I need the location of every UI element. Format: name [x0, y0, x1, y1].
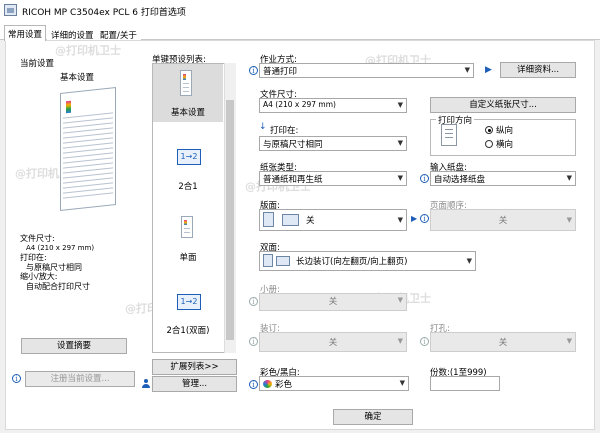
chevron-down-icon: ▼	[399, 379, 405, 387]
copies-input[interactable]	[430, 376, 500, 391]
custom-paper-size-button[interactable]: 自定义纸张尺寸...	[430, 97, 576, 113]
printer-app-icon	[4, 4, 17, 16]
current-settings-title: 当前设置	[20, 59, 55, 69]
preset-label: 基本设置	[170, 108, 205, 118]
info-icon: i	[420, 214, 429, 223]
portrait-label: 纵向	[496, 126, 514, 136]
punch-select[interactable]: 关 ▼	[430, 332, 576, 352]
page-order-value: 关	[498, 216, 508, 226]
portrait-radio[interactable]	[485, 126, 493, 134]
chevron-down-icon: ▼	[397, 139, 403, 147]
preset-item[interactable]: 1→2 2合1	[153, 145, 223, 195]
print-on-label: 打印在:	[270, 126, 299, 136]
settings-summary-button[interactable]: 设置摘要	[21, 338, 127, 354]
landscape-page-icon	[282, 214, 299, 226]
tab-detailed-settings[interactable]: 详细的设置	[47, 26, 98, 41]
paper-type-select[interactable]: 普通纸和再生纸 ▼	[259, 171, 407, 186]
register-current-settings-button[interactable]: 注册当前设置...	[25, 371, 135, 387]
manage-button[interactable]: 管理...	[152, 376, 237, 392]
color-mode-select[interactable]: 彩色 ▼	[259, 376, 409, 391]
preset-item[interactable]: 1→2 2合1(双面)	[153, 290, 223, 340]
ok-button[interactable]: 确定	[333, 409, 413, 425]
play-arrow-icon: ▶	[485, 65, 492, 75]
chevron-down-icon: ▼	[397, 216, 403, 224]
info-icon: i	[249, 66, 258, 75]
color-bar-icon	[66, 100, 71, 114]
staple-select[interactable]: 关 ▼	[259, 332, 407, 352]
info-icon: i	[420, 337, 429, 346]
down-arrow-icon: ↓	[259, 122, 267, 132]
duplex-select[interactable]: 长边装订(向左翻页/向上翻页) ▼	[259, 251, 476, 271]
chevron-down-icon: ▼	[397, 337, 403, 345]
summary-line: 与原稿尺寸相同	[26, 262, 82, 272]
duplex-flip-icon	[276, 256, 290, 266]
tab-common-settings[interactable]: 常用设置	[4, 25, 47, 41]
play-arrow-icon: ▶	[411, 214, 418, 223]
preset-label: 单面	[179, 253, 197, 263]
duplex-page-icon	[263, 254, 273, 267]
watermark: @打印机卫士	[55, 44, 121, 57]
page-order-select[interactable]: 关 ▼	[430, 209, 576, 231]
booklet-select[interactable]: 关 ▼	[259, 293, 407, 311]
job-type-select[interactable]: 普通打印 ▼	[259, 63, 474, 78]
duplex-value: 长边装订(向左翻页/向上翻页)	[296, 257, 408, 267]
info-icon: i	[420, 174, 429, 183]
page-preview	[50, 87, 130, 211]
info-icon: i	[249, 297, 258, 306]
details-button[interactable]: 详细资料...	[500, 62, 576, 78]
tab-config-about[interactable]: 配置/关于	[96, 26, 141, 41]
chevron-down-icon: ▼	[566, 174, 572, 182]
landscape-label: 横向	[496, 140, 514, 150]
single-page-icon	[263, 212, 274, 227]
chevron-down-icon: ▼	[397, 101, 403, 109]
current-settings-name: 基本设置	[60, 73, 95, 83]
two-in-one-icon: 1→2	[177, 149, 201, 165]
portrait-page-icon	[441, 124, 457, 146]
paper-size-select[interactable]: A4 (210 x 297 mm) ▼	[259, 98, 407, 113]
layout-select[interactable]: 关 ▼	[259, 209, 407, 231]
user-icon	[142, 379, 150, 388]
info-icon: i	[249, 337, 258, 346]
summary-line: 自动配合打印尺寸	[26, 281, 90, 291]
input-tray-select[interactable]: 自动选择纸盘 ▼	[430, 171, 576, 186]
print-on-value: 与原稿尺寸相同	[263, 140, 323, 150]
expand-list-button[interactable]: 扩展列表>>	[152, 359, 237, 375]
summary-line: A4 (210 x 297 mm)	[26, 243, 95, 252]
job-type-value: 普通打印	[263, 67, 298, 77]
preset-item[interactable]: 单面	[153, 212, 223, 263]
summary-line: 打印在:	[20, 253, 47, 262]
print-on-select[interactable]: 与原稿尺寸相同 ▼	[259, 136, 407, 151]
info-icon: i	[249, 380, 258, 389]
preset-label: 2合1	[178, 182, 198, 192]
chevron-down-icon: ▼	[464, 66, 470, 74]
window-title: RICOH MP C3504ex PCL 6 打印首选项	[22, 8, 186, 18]
title-bar: RICOH MP C3504ex PCL 6 打印首选项	[0, 0, 600, 22]
chevron-down-icon: ▼	[566, 216, 572, 224]
scrollbar-thumb[interactable]	[226, 100, 234, 340]
summary-line: 文件尺寸:	[20, 234, 55, 243]
paper-type-value: 普通纸和再生纸	[263, 175, 323, 185]
two-in-one-duplex-icon: 1→2	[177, 294, 201, 310]
color-wheel-icon	[263, 380, 272, 388]
input-tray-value: 自动选择纸盘	[434, 175, 486, 185]
settings-summary: 文件尺寸: A4 (210 x 297 mm) 打印在: 与原稿尺寸相同 缩小/…	[20, 234, 94, 291]
chevron-down-icon: ▼	[566, 337, 572, 345]
chevron-down-icon: ▼	[466, 257, 472, 265]
preview-page	[60, 87, 116, 211]
document-icon	[180, 70, 192, 96]
chevron-down-icon: ▼	[397, 174, 403, 182]
preset-item[interactable]: 基本设置	[153, 66, 223, 122]
info-icon: i	[12, 374, 21, 383]
chevron-down-icon: ▼	[397, 296, 403, 304]
layout-value: 关	[306, 216, 315, 226]
staple-value: 关	[328, 338, 338, 348]
single-sided-icon	[181, 216, 193, 238]
paper-size-value: A4 (210 x 297 mm)	[263, 100, 336, 109]
preset-label: 2合1(双面)	[166, 326, 210, 336]
landscape-radio[interactable]	[485, 140, 493, 148]
punch-value: 关	[498, 338, 508, 348]
summary-line: 缩小/放大:	[20, 272, 58, 281]
booklet-value: 关	[328, 297, 338, 307]
